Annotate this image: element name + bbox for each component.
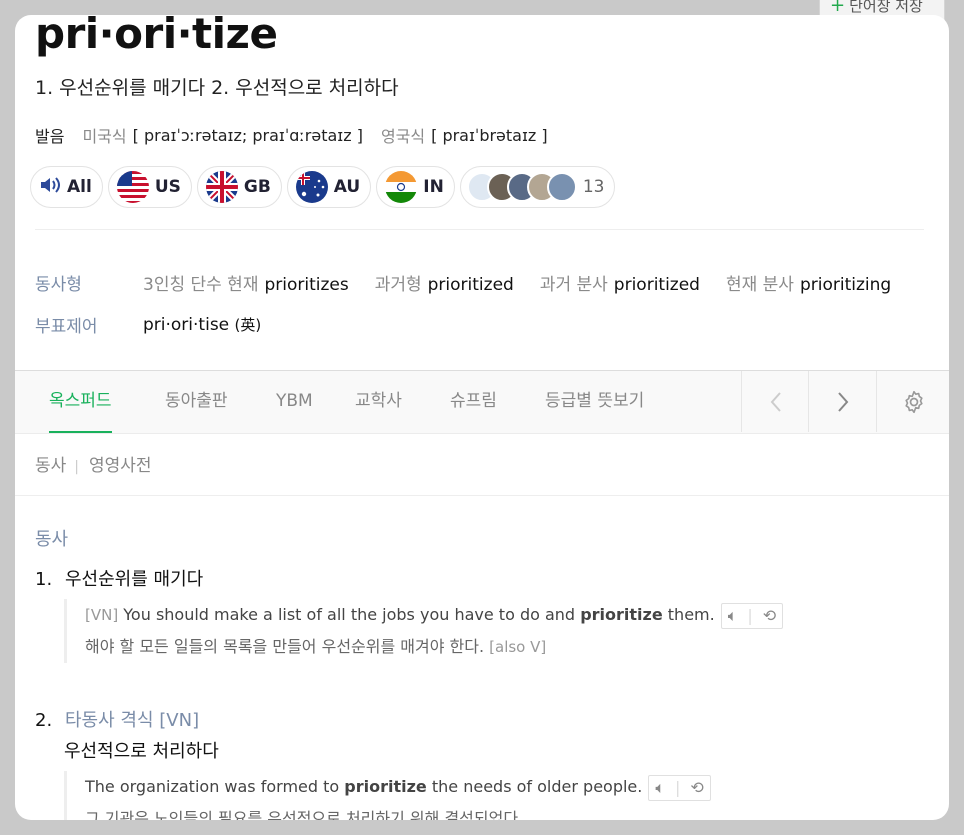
us-region-label: 미국식 (82, 127, 127, 146)
subtab-divider: | (74, 459, 79, 475)
gear-icon (904, 390, 923, 413)
dictionary-tabs: 옥스퍼드 동아출판 YBM 교학사 슈프림 등급별 뜻보기 (15, 370, 949, 434)
user-recordings-button[interactable]: 13 (459, 166, 616, 208)
example-1: [VN] You should make a list of all the j… (64, 599, 784, 663)
recording-count: 13 (582, 177, 605, 197)
example-2: The organization was formed to prioritiz… (64, 771, 711, 820)
us-ipa: [ praɪˈɔːrətaɪz; praɪˈɑːrətaɪz ] (132, 125, 363, 145)
verb-forms-label: 동사형 (35, 274, 82, 295)
past-participle-label: 과거 분사 (539, 274, 608, 295)
audio-au-button[interactable]: AU (286, 166, 372, 208)
variant-tag: (英) (234, 315, 262, 334)
dictionary-card: pri·ori·tize 1. 우선순위를 매기다 2. 우선적으로 처리하다 … (15, 15, 949, 820)
uk-ipa: [ praɪˈbrətaɪz ] (431, 125, 548, 145)
play-audio-icon[interactable]: 🔈︎ (728, 600, 738, 632)
subtab-verb[interactable]: 동사 (35, 456, 66, 476)
grammar-code: [VN] (159, 710, 200, 731)
tab-donga[interactable]: 동아출판 (165, 371, 228, 431)
us-flag-icon (116, 171, 149, 203)
chevron-right-icon (837, 391, 848, 412)
pron-label: 발음 (35, 127, 65, 146)
tab-supreme[interactable]: 슈프림 (450, 371, 497, 431)
tab-level[interactable]: 등급별 뜻보기 (545, 371, 644, 431)
sense-2-meaning: 우선적으로 처리하다 (64, 741, 219, 762)
past-value[interactable]: prioritized (428, 275, 514, 295)
in-flag-icon (385, 171, 418, 203)
sub-tabs: 동사 | 영영사전 (35, 451, 152, 476)
avatar-stack (466, 172, 577, 202)
variant-value[interactable]: pri·ori·tise (143, 315, 229, 335)
sense-1: 1. 우선순위를 매기다 (35, 569, 204, 590)
verb-forms: 동사형 3인칭 단수 현재 prioritizes 과거형 prioritized … (35, 261, 917, 345)
variant-label: 부표제어 (35, 316, 98, 337)
example-1-ko: 해야 할 모든 일들의 목록을 만들어 우선순위를 매겨야 한다. [also … (85, 637, 547, 656)
sense-2: 2. 타동사 격식 [VN] (35, 710, 200, 731)
tab-oxford[interactable]: 옥스퍼드 (49, 371, 112, 433)
audio-us-button[interactable]: US (107, 166, 192, 208)
past-label: 과거형 (374, 274, 422, 295)
example-1-controls: 🔈︎ | ⟲ (720, 600, 784, 632)
audio-gb-button[interactable]: GB (196, 166, 282, 208)
example-2-controls: 🔈︎ | ⟲ (648, 772, 711, 804)
present-participle-label: 현재 분사 (725, 274, 794, 295)
prev-tab-button[interactable] (741, 371, 809, 432)
third-person-label: 3인칭 단수 현재 (143, 274, 259, 295)
speaker-icon (39, 175, 63, 200)
transitive-verb-link[interactable]: 타동사 (65, 710, 115, 731)
plus-icon: + (830, 0, 846, 16)
example-2-en: The organization was formed to prioritiz… (85, 771, 711, 803)
au-flag-icon (295, 171, 328, 203)
uk-region-label: 영국식 (380, 127, 426, 146)
example-2-ko: 그 기관은 노인들의 필요를 우선적으로 처리하기 위해 결성되었다. (85, 809, 524, 820)
present-participle-value[interactable]: prioritizing (800, 275, 891, 295)
tab-ybm[interactable]: YBM (276, 371, 313, 431)
part-of-speech-label: 동사 (35, 529, 69, 550)
past-participle-value[interactable]: prioritized (614, 275, 700, 295)
headword: pri·ori·tize (35, 15, 278, 58)
sense-1-meaning: 우선순위를 매기다 (65, 569, 204, 590)
settings-button[interactable] (876, 371, 949, 432)
avatar (546, 172, 577, 202)
third-person-value[interactable]: prioritizes (264, 275, 348, 295)
meaning-summary: 1. 우선순위를 매기다 2. 우선적으로 처리하다 (35, 77, 399, 99)
audio-in-button[interactable]: IN (376, 166, 455, 208)
gb-flag-icon (205, 171, 238, 203)
audio-all-button[interactable]: All (30, 166, 103, 208)
next-tab-button[interactable] (808, 371, 876, 432)
tab-kyohaksa[interactable]: 교학사 (355, 371, 402, 431)
divider (15, 495, 949, 496)
formal-link[interactable]: 격식 (120, 710, 153, 731)
pronunciation-row: 발음 미국식 [ praɪˈɔːrətaɪz; praɪˈɑːrətaɪz ] … (35, 123, 566, 147)
repeat-icon[interactable]: ⟲ (763, 600, 776, 632)
chevron-left-icon (770, 391, 781, 412)
divider (35, 229, 924, 230)
subtab-en-en[interactable]: 영영사전 (89, 456, 152, 476)
audio-buttons: All US GB AU IN 13 (30, 166, 616, 208)
repeat-icon[interactable]: ⟲ (690, 772, 703, 804)
example-1-en: [VN] You should make a list of all the j… (85, 599, 784, 632)
play-audio-icon[interactable]: 🔈︎ (655, 772, 665, 804)
